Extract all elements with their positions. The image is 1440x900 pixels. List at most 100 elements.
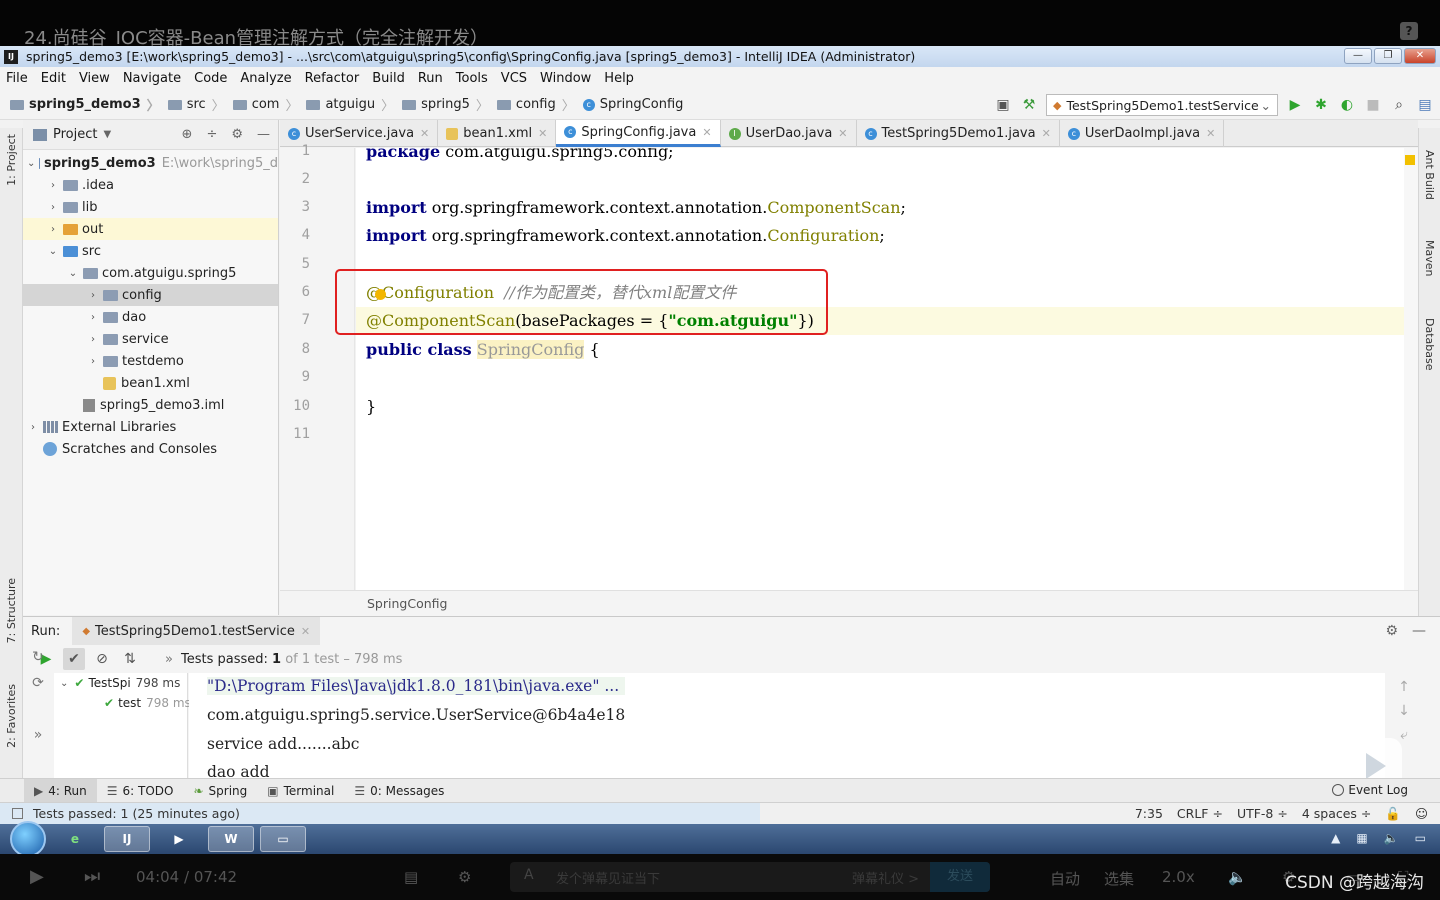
tree-node-external-libraries[interactable]: › External Libraries [23, 416, 278, 438]
tree-node-bean1-xml[interactable]: bean1.xml [23, 372, 278, 394]
show-ignored-icon[interactable]: ⊘ [91, 648, 113, 670]
rerun-failed-icon[interactable]: ↻ [27, 649, 49, 671]
tray-expand-icon[interactable]: ▲ [1331, 831, 1340, 845]
line-separator[interactable]: CRLF ÷ [1177, 806, 1223, 822]
maven-tool-tab[interactable]: Maven [1423, 240, 1436, 276]
project-view-select[interactable]: Project [53, 127, 97, 142]
hide-icon[interactable]: — [1412, 623, 1426, 639]
danmu-toggle-icon[interactable]: ▤ [404, 868, 418, 886]
play-icon[interactable]: ▶ [30, 866, 44, 887]
menu-edit[interactable]: Edit [41, 71, 66, 86]
danmu-settings-icon[interactable]: ⚙ [458, 868, 471, 886]
sort-icon[interactable]: ⇅ [119, 648, 141, 670]
project-tool-tab[interactable]: 1: Project [5, 134, 18, 186]
close-button[interactable]: ✕ [1404, 48, 1436, 64]
danmu-etiquette-link[interactable]: 弹幕礼仪 > [852, 868, 919, 887]
breadcrumb-atguigu[interactable]: atguigu 〉 [306, 95, 394, 114]
stop-icon[interactable]: ■ [1364, 96, 1382, 114]
structure-tool-tab[interactable]: 7: Structure [5, 578, 18, 643]
breadcrumb-spring5[interactable]: spring5 〉 [402, 95, 489, 114]
close-tab-icon[interactable]: ✕ [702, 126, 711, 139]
tree-node-service[interactable]: › service [23, 328, 278, 350]
minimize-button[interactable]: — [1344, 48, 1372, 64]
soft-wrap-icon[interactable]: ⤶ [1400, 727, 1408, 743]
menu-help[interactable]: Help [604, 71, 634, 86]
breadcrumb-com[interactable]: com 〉 [232, 95, 298, 114]
close-tab-icon[interactable]: ✕ [838, 127, 847, 140]
tab-spring[interactable]: ❧ Spring [183, 779, 257, 803]
lock-icon[interactable]: 🔓 [1385, 806, 1401, 822]
close-tab-icon[interactable]: ✕ [1042, 127, 1051, 140]
tree-node-config[interactable]: › config [23, 284, 278, 306]
tab-bean1-xml[interactable]: bean1.xml ✕ [438, 120, 557, 147]
next-icon[interactable]: ⏭ [84, 866, 100, 887]
project-structure-icon[interactable]: ▣ [994, 96, 1012, 114]
file-encoding[interactable]: UTF-8 ÷ [1237, 806, 1288, 822]
database-tool-tab[interactable]: Database [1423, 318, 1436, 371]
tree-node-scratches[interactable]: Scratches and Consoles [23, 438, 278, 460]
toggle-auto-test-icon[interactable]: ⟳ [27, 675, 49, 697]
editor-breadcrumb[interactable]: SpringConfig [280, 590, 1418, 616]
start-button-icon[interactable] [10, 821, 46, 857]
tree-node-dao[interactable]: › dao [23, 306, 278, 328]
tree-node-out[interactable]: › out [23, 218, 278, 240]
locate-icon[interactable]: ⊕ [182, 127, 193, 142]
gear-icon[interactable]: ⚙ [1385, 623, 1398, 639]
maximize-button[interactable]: ❐ [1374, 48, 1402, 64]
action-center-icon[interactable]: ▭ [1415, 831, 1426, 845]
close-tab-icon[interactable]: ✕ [1206, 127, 1215, 140]
taskbar-window[interactable]: ▭ [260, 826, 306, 852]
tree-node-src[interactable]: ⌄ src [23, 240, 278, 262]
menu-view[interactable]: View [79, 71, 110, 86]
tab-userdaoimpl[interactable]: c UserDaoImpl.java ✕ [1060, 120, 1225, 147]
menu-window[interactable]: Window [540, 71, 591, 86]
memory-indicator-icon[interactable]: ☺ [1415, 806, 1428, 822]
tab-springconfig[interactable]: c SpringConfig.java ✕ [556, 120, 721, 147]
editor-scrollbar[interactable] [1404, 148, 1418, 590]
run-icon[interactable]: ▶ [1286, 96, 1304, 114]
run-configuration-select[interactable]: ◆ TestSpring5Demo1.testService ⌄ [1046, 94, 1278, 116]
breadcrumb-project[interactable]: spring5_demo3 〉 [10, 95, 160, 114]
menu-run[interactable]: Run [418, 71, 443, 86]
hide-icon[interactable]: — [257, 127, 270, 142]
menu-analyze[interactable]: Analyze [240, 71, 291, 86]
tree-node-iml[interactable]: spring5_demo3.iml [23, 394, 278, 416]
close-tab-icon[interactable]: ✕ [301, 625, 310, 638]
help-icon[interactable]: ? [1400, 22, 1418, 40]
tab-run[interactable]: ▶ 4: Run [24, 778, 97, 803]
run-tab[interactable]: ◆ TestSpring5Demo1.testService ✕ [72, 617, 321, 645]
code-editor[interactable]: package com.atguigu.spring5.config; impo… [356, 148, 1404, 590]
close-tab-icon[interactable]: ✕ [538, 127, 547, 140]
caret-position[interactable]: 7:35 [1135, 806, 1163, 822]
event-log-button[interactable]: Event Log [1332, 783, 1408, 797]
menu-refactor[interactable]: Refactor [305, 71, 360, 86]
tab-messages[interactable]: ☰ 0: Messages [344, 779, 454, 803]
show-passed-icon[interactable]: ✔ [63, 648, 85, 670]
breadcrumb-springconfig[interactable]: c SpringConfig [582, 97, 683, 112]
episodes-button[interactable]: 选集 [1104, 868, 1134, 889]
taskbar-word[interactable]: W [208, 826, 254, 852]
tab-userdao[interactable]: I UserDao.java ✕ [721, 120, 857, 147]
tree-node-testdemo[interactable]: › testdemo [23, 350, 278, 372]
menu-build[interactable]: Build [372, 71, 405, 86]
intention-bulb-icon[interactable] [375, 289, 386, 300]
tab-terminal[interactable]: ▣ Terminal [257, 779, 344, 803]
gear-icon[interactable]: ⚙ [231, 127, 243, 142]
volume-icon[interactable]: 🔈 [1384, 831, 1399, 845]
project-settings-icon[interactable]: ▤ [1416, 96, 1434, 114]
taskbar-player[interactable]: ▶ [156, 826, 202, 852]
favorites-tool-tab[interactable]: 2: Favorites [5, 684, 18, 748]
menu-file[interactable]: File [6, 71, 28, 86]
quality-auto-button[interactable]: 自动 [1050, 868, 1080, 889]
taskbar-intellij[interactable]: IJ [104, 826, 150, 852]
tree-node-package[interactable]: ⌄ com.atguigu.spring5 [23, 262, 278, 284]
more-icon[interactable]: » [27, 727, 49, 749]
danmu-input[interactable]: A 发个弹幕见证当下 弹幕礼仪 > 发送 [510, 862, 990, 892]
breadcrumb-src[interactable]: src 〉 [167, 95, 225, 114]
indent-setting[interactable]: 4 spaces ÷ [1302, 806, 1372, 822]
collapse-all-icon[interactable]: ÷ [206, 127, 217, 142]
search-icon[interactable]: ⌕ [1390, 96, 1408, 114]
close-tab-icon[interactable]: ✕ [420, 127, 429, 140]
menu-vcs[interactable]: VCS [501, 71, 527, 86]
coverage-icon[interactable]: ◐ [1338, 96, 1356, 114]
